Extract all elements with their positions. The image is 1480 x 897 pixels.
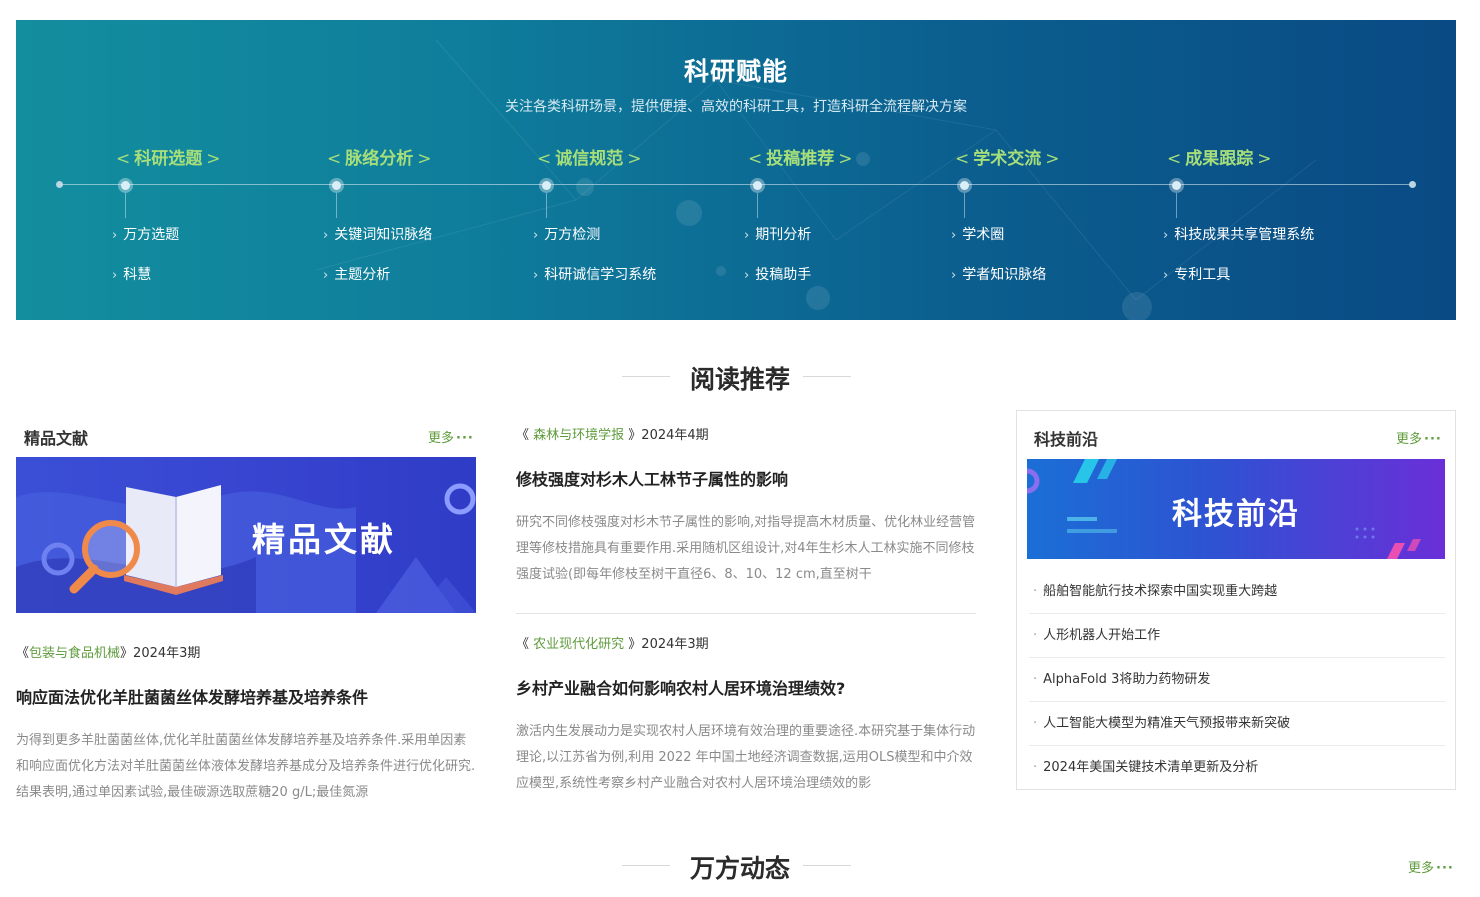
banner-link[interactable]: › 学者知识脉络 [951,264,1046,284]
timeline-node [750,178,765,193]
middle-article-abstract-1: 研究不同修枝强度对杉木节子属性的影响,对指导提高木材质量、优化林业经营管理等修枝… [516,515,976,582]
premium-journal-line: 《包装与食品机械》2024年3期 [16,646,201,661]
news-section-title: 万方动态 [689,854,790,883]
banner-link[interactable]: › 主题分析 [323,264,390,284]
tech-heading: 科技前沿 [1034,430,1099,449]
tech-frontier-panel: 科技前沿 更多 ··· 科技前沿 · 船舶智能航行技术探索中国实现重大跨越 · 人形机… [1016,410,1456,790]
column-heading[interactable]: < 脉络分析 > [323,144,436,169]
premium-article-abstract: 为得到更多羊肚菌菌丝体,优化羊肚菌菌丝体发酵培养基及培养条件.采用单因素和响应面… [16,733,476,800]
middle-article-title-2[interactable]: 乡村产业融合如何影响农村人居环境治理绩效? [516,675,845,699]
middle-journal-line-2: 《 农业现代化研究 》2024年3期 [516,637,709,652]
timeline-node [118,178,133,193]
reading-section-title: 阅读推荐 [689,365,790,394]
banner-link[interactable]: › 科慧 [112,264,151,284]
timeline-end-dot [1409,181,1416,188]
tech-news-item[interactable]: · 2024年美国关键技术清单更新及分析 [1029,746,1445,790]
news-more-link[interactable]: 更多 ··· [1408,857,1454,876]
premium-banner-image[interactable]: 精品文献 [16,457,476,613]
column-heading[interactable]: < 投稿推荐 > [744,144,857,169]
journal-name-link[interactable]: 包装与食品机械 [29,646,120,661]
banner-link[interactable]: › 万方选题 [112,224,179,244]
middle-journal-line-1: 《 森林与环境学报 》2024年4期 [516,428,709,443]
banner-column-tracking: < 成果跟踪 > › 科技成果共享管理系统 › 专利工具 [1067,20,1314,320]
banner-link[interactable]: › 投稿助手 [744,264,811,284]
banner-link[interactable]: › 关键词知识脉络 [323,224,432,244]
column-heading[interactable]: < 科研选题 > [112,144,225,169]
tech-news-item[interactable]: · 人形机器人开始工作 [1029,614,1445,658]
premium-heading: 精品文献 [24,429,89,448]
premium-image-label: 精品文献 [252,520,396,559]
premium-article-title[interactable]: 响应面法优化羊肚菌菌丝体发酵培养基及培养条件 [16,684,368,708]
tech-news-item[interactable]: · 船舶智能航行技术探索中国实现重大跨越 [1029,570,1445,614]
timeline-node [539,178,554,193]
banner-link[interactable]: › 科研诚信学习系统 [533,264,656,284]
tech-image-label: 科技前沿 [1172,497,1300,532]
section-divider-right [803,376,851,377]
book-magnifier-illustration [16,483,476,613]
tech-news-item[interactable]: · 人工智能大模型为精准天气预报带来新突破 [1029,702,1445,746]
research-empowerment-banner: 科研赋能 关注各类科研场景，提供便捷、高效的科研工具，打造科研全流程解决方案 <… [16,20,1456,320]
article-divider [516,613,976,614]
banner-link[interactable]: › 学术圈 [951,224,1004,244]
timeline-node [329,178,344,193]
timeline-node [1169,178,1184,193]
banner-column-context: < 脉络分析 > › 关键词知识脉络 › 主题分析 [227,20,447,320]
banner-column-topic: < 科研选题 > › 万方选题 › 科慧 [16,20,236,320]
column-heading[interactable]: < 成果跟踪 > [1163,144,1276,169]
column-heading[interactable]: < 学术交流 > [951,144,1064,169]
banner-column-integrity: < 诚信规范 > › 万方检测 › 科研诚信学习系统 [437,20,657,320]
section-divider-right [803,865,851,866]
timeline-node [957,178,972,193]
journal-name-link[interactable]: 农业现代化研究 [533,637,624,652]
journal-name-link[interactable]: 森林与环境学报 [533,428,624,443]
banner-link[interactable]: › 专利工具 [1163,264,1230,284]
tech-more-link[interactable]: 更多 ··· [1396,428,1442,447]
middle-article-abstract-2: 激活内生发展动力是实现农村人居环境有效治理的重要途径.本研究基于集体行动理论,以… [516,724,976,791]
banner-link[interactable]: › 万方检测 [533,224,600,244]
premium-more-link[interactable]: 更多 ··· [428,427,474,446]
tech-banner-image[interactable]: 科技前沿 [1027,459,1445,559]
banner-link[interactable]: › 期刊分析 [744,224,811,244]
banner-column-exchange: < 学术交流 > › 学术圈 › 学者知识脉络 [855,20,1075,320]
banner-link[interactable]: › 科技成果共享管理系统 [1163,224,1314,244]
banner-column-submission: < 投稿推荐 > › 期刊分析 › 投稿助手 [648,20,868,320]
middle-article-title-1[interactable]: 修枝强度对杉木人工林节子属性的影响 [516,466,788,490]
column-heading[interactable]: < 诚信规范 > [533,144,646,169]
tech-news-item[interactable]: · AlphaFold 3将助力药物研发 [1029,658,1445,702]
